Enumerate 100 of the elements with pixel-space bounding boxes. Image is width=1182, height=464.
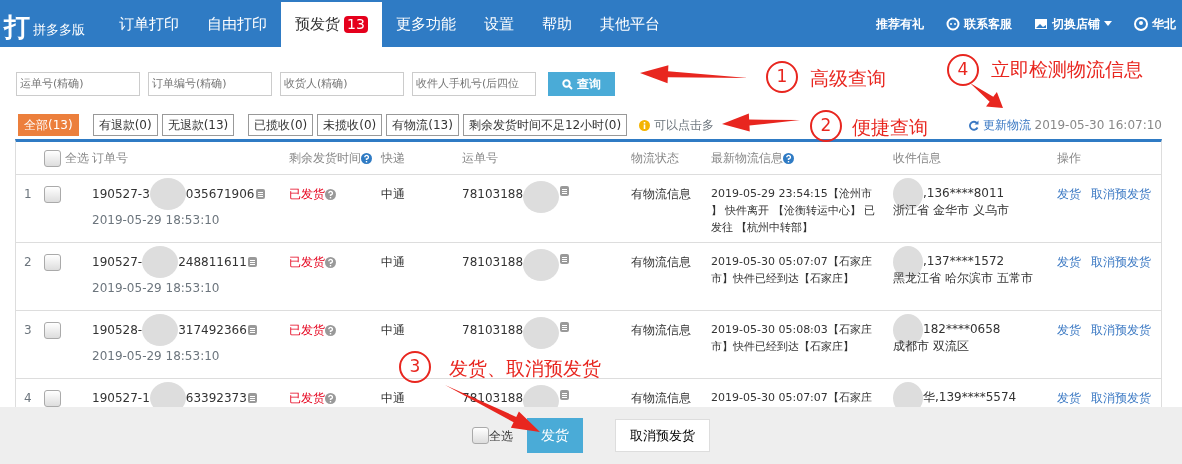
action-link[interactable]: 发货 — [1057, 187, 1081, 201]
nav-tab[interactable]: 订单打印 — [105, 2, 193, 47]
receiver-phone: 华,139****5574 — [923, 389, 1017, 406]
redaction-blur — [523, 249, 560, 281]
search-icon — [562, 78, 573, 90]
redaction-blur — [142, 246, 179, 278]
nav-tab[interactable]: 其他平台 — [585, 2, 674, 47]
annotation-number: 3 — [399, 351, 431, 383]
logistics-status: 有物流信息 — [631, 187, 691, 201]
help-icon — [325, 189, 336, 200]
order-time: 2019-05-29 18:53:10 — [92, 348, 221, 365]
filter-button[interactable]: 全部(13) — [18, 114, 79, 136]
column-header: 最新物流信息 — [711, 151, 783, 165]
help-icon — [325, 257, 336, 268]
order-number: 035671906 — [185, 186, 255, 203]
redaction-blur — [149, 382, 186, 409]
redaction-blur — [149, 178, 186, 210]
filter-button[interactable]: 已揽收(0) — [248, 114, 314, 136]
column-header: 运单号 — [462, 151, 498, 165]
row-number: 3 — [23, 323, 32, 337]
express-name: 中通 — [381, 323, 405, 337]
annotation-number: 1 — [766, 61, 798, 93]
copy-icon — [559, 185, 571, 197]
action-link[interactable]: 发货 — [1057, 323, 1081, 337]
action-link[interactable]: 取消预发货 — [1091, 255, 1151, 269]
annotation-number: 4 — [947, 54, 979, 86]
redaction-blur — [893, 381, 923, 409]
filter-button[interactable]: 未揽收(0) — [317, 114, 383, 136]
nav-tab[interactable]: 自由打印 — [193, 2, 281, 47]
copy-icon — [246, 256, 258, 268]
nav-link[interactable]: 切换店铺 — [1034, 14, 1112, 33]
nav-link[interactable]: 华北 — [1134, 14, 1176, 33]
redaction-blur — [523, 317, 560, 349]
order-time: 2019-05-29 18:53:10 — [92, 212, 221, 229]
cancel-button[interactable]: 取消预发货 — [615, 418, 710, 453]
column-header: 订单号 — [92, 151, 128, 165]
search-field[interactable]: 运单号(精确) — [16, 71, 140, 96]
copy-icon — [246, 324, 258, 336]
waybill-number: 78103188 — [462, 322, 524, 339]
waybill-number: 78103188 — [462, 254, 524, 271]
nav-tab[interactable]: 预发货 13 — [281, 2, 382, 47]
logistics-info: 2019-05-30 05:08:03【石家庄市】快件已经到达【石家庄】 — [711, 322, 873, 355]
select-all-label: 全选 — [65, 150, 89, 167]
filter-button[interactable]: 剩余发货时间不足12小时(0) — [462, 114, 628, 136]
logo-edition: 拼多多版 — [33, 20, 85, 39]
search-field[interactable]: 收件人手机号(后四位 — [412, 71, 536, 96]
column-header: 物流状态 — [631, 151, 679, 165]
receiver-phone: 182****0658 — [923, 321, 1001, 338]
nav-link[interactable]: 联系客服 — [946, 14, 1012, 33]
ship-status: 已发货 — [289, 187, 325, 201]
search-field[interactable]: 订单编号(精确) — [148, 71, 272, 96]
nav-tab[interactable]: 更多功能 — [381, 2, 470, 47]
select-all-label: 全选 — [489, 427, 513, 445]
column-header: 操作 — [1057, 151, 1081, 165]
filter-button[interactable]: 有物流(13) — [386, 114, 459, 136]
annotation-text: 立即检测物流信息 — [991, 57, 1143, 82]
checkbox[interactable] — [472, 427, 489, 444]
nav-link[interactable]: 推荐有礼 — [876, 14, 924, 33]
receiver-phone: ,137****1572 — [923, 253, 1005, 270]
order-number: 190527-3 — [92, 186, 150, 203]
nav-tab[interactable]: 帮助 — [527, 2, 586, 47]
row-number: 1 — [23, 187, 32, 201]
checkbox[interactable] — [44, 322, 61, 339]
help-icon — [325, 325, 336, 336]
action-link[interactable]: 取消预发货 — [1091, 323, 1151, 337]
ship-status: 已发货 — [289, 255, 325, 269]
action-link[interactable]: 取消预发货 — [1091, 391, 1151, 405]
order-number: 190527- — [92, 254, 143, 271]
ship-button[interactable]: 发货 — [527, 418, 583, 453]
order-number: 190527-1 — [92, 390, 150, 407]
action-link[interactable]: 发货 — [1057, 255, 1081, 269]
copy-icon — [246, 392, 258, 404]
action-link[interactable]: 发货 — [1057, 391, 1081, 405]
receiver-address: 黑龙江省 哈尔滨市 五常市 — [893, 270, 1034, 287]
filter-button[interactable]: 有退款(0) — [92, 114, 158, 136]
search-field[interactable]: 收货人(精确) — [280, 71, 404, 96]
logistics-info: 2019-05-30 05:07:07【石家庄市】快件已经到达【石家庄】 — [711, 254, 873, 287]
logo-text: 打 — [4, 11, 30, 44]
redaction-blur — [523, 385, 560, 409]
refresh-link[interactable]: 更新物流 — [982, 116, 1031, 134]
annotation-arrow — [970, 83, 1003, 108]
checkbox[interactable] — [44, 149, 61, 167]
filter-button[interactable]: 无退款(13) — [161, 114, 235, 136]
express-name: 中通 — [381, 187, 405, 201]
checkbox[interactable] — [44, 390, 61, 407]
column-header: 快递 — [381, 151, 405, 165]
logistics-status: 有物流信息 — [631, 323, 691, 337]
annotation-text: 发货、取消预发货 — [449, 356, 601, 381]
checkbox[interactable] — [44, 254, 61, 271]
info-icon — [639, 119, 651, 131]
copy-icon — [559, 389, 571, 401]
checkbox[interactable] — [44, 186, 61, 203]
search-button[interactable]: 查询 — [548, 71, 616, 96]
logistics-info: 2019-05-30 05:07:07【石家庄 — [711, 390, 873, 406]
action-link[interactable]: 取消预发货 — [1091, 187, 1151, 201]
column-header: 收件信息 — [893, 151, 941, 165]
count-badge: 13 — [344, 16, 368, 33]
express-name: 中通 — [381, 391, 405, 405]
logistics-status: 有物流信息 — [631, 391, 691, 405]
nav-tab[interactable]: 设置 — [469, 2, 528, 47]
